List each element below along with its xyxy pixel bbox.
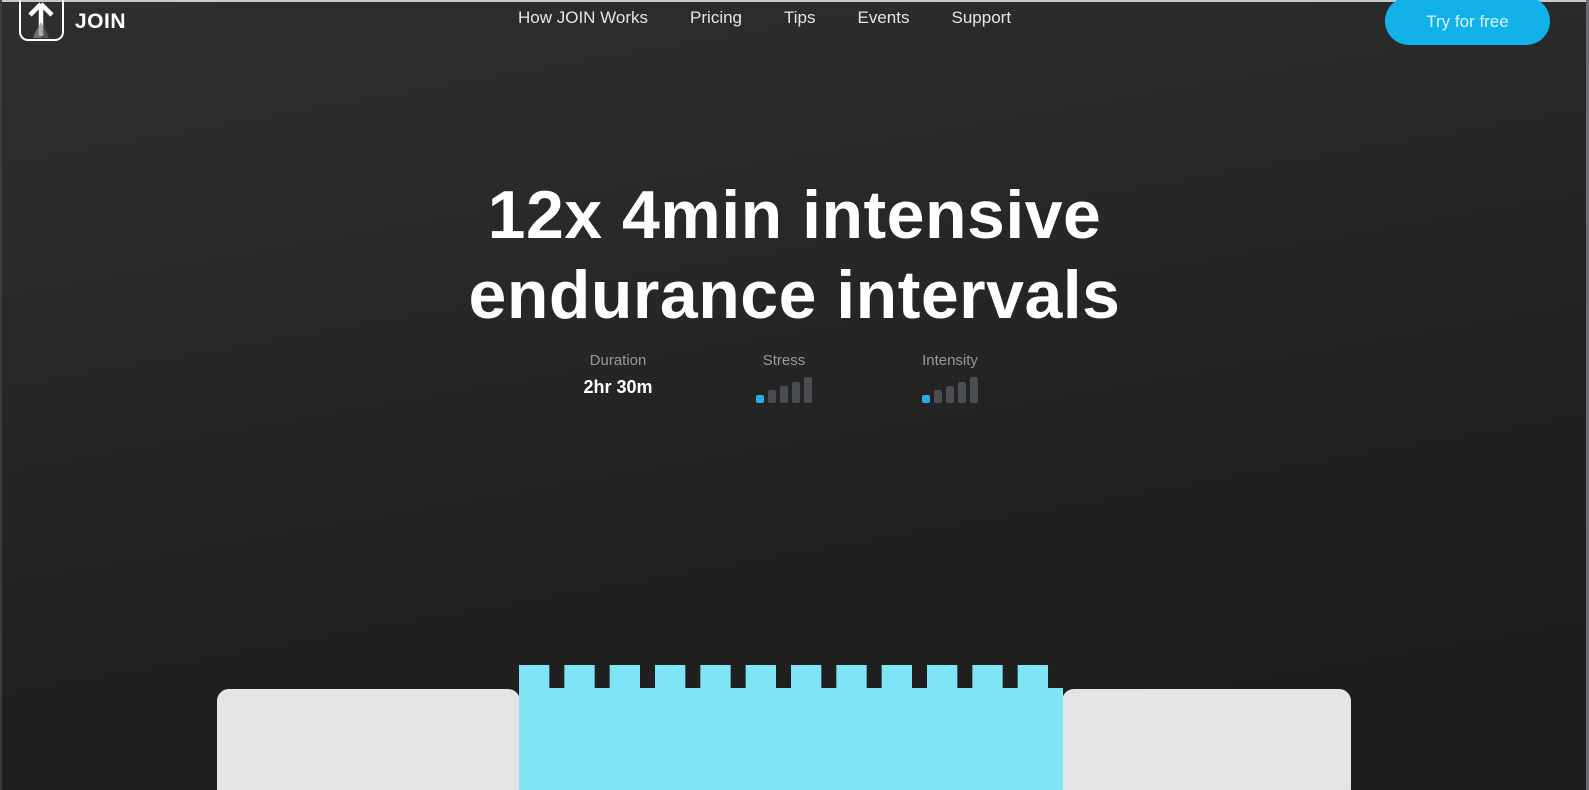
intensity-level-bar <box>958 382 966 403</box>
main-nav: How JOIN Works Pricing Tips Events Suppo… <box>518 8 1011 28</box>
stat-intensity: Intensity <box>910 352 990 403</box>
interval-block <box>655 665 686 689</box>
stress-label: Stress <box>762 352 806 369</box>
logo-link[interactable]: JOIN <box>19 0 126 41</box>
interval-block <box>881 665 912 689</box>
try-for-free-button[interactable]: Try for free <box>1385 0 1550 45</box>
nav-pricing[interactable]: Pricing <box>690 8 742 28</box>
nav-tips[interactable]: Tips <box>784 8 816 28</box>
workout-title: 12x 4min intensive endurance intervals <box>0 175 1589 335</box>
interval-block <box>564 665 595 689</box>
stress-level-bar <box>792 382 800 403</box>
logo-text: JOIN <box>75 9 127 33</box>
join-logo-icon <box>19 0 64 41</box>
site-header: JOIN How JOIN Works Pricing Tips Events … <box>0 0 1589 46</box>
window-left-edge <box>0 0 2 790</box>
endurance-base-segment <box>519 688 1063 790</box>
interval-block <box>791 665 822 689</box>
duration-label: Duration <box>589 352 647 369</box>
nav-events[interactable]: Events <box>858 8 910 28</box>
interval-block <box>836 665 867 689</box>
nav-how-join-works[interactable]: How JOIN Works <box>518 8 648 28</box>
intensity-level-bars <box>910 377 990 403</box>
warmup-panel <box>217 689 520 790</box>
stress-level-bar <box>780 386 788 403</box>
intensity-level-bar <box>922 395 930 403</box>
stat-duration: Duration 2hr 30m <box>568 352 668 398</box>
title-line-2: endurance intervals <box>468 257 1121 333</box>
interval-block <box>1017 665 1048 689</box>
intensity-label: Intensity <box>922 352 978 369</box>
interval-block <box>972 665 1003 689</box>
interval-block <box>745 665 776 689</box>
interval-block <box>700 665 731 689</box>
interval-block <box>609 665 640 689</box>
stress-level-bars <box>744 377 824 403</box>
intensity-level-bar <box>934 390 942 403</box>
stress-level-bar <box>768 390 776 403</box>
stress-level-bar <box>804 377 812 403</box>
interval-block <box>519 665 550 689</box>
cooldown-panel <box>1062 689 1351 790</box>
stat-stress: Stress <box>744 352 824 403</box>
stress-level-bar <box>756 395 764 403</box>
intensity-level-bar <box>946 386 954 403</box>
nav-support[interactable]: Support <box>952 8 1012 28</box>
intensity-level-bar <box>970 377 978 403</box>
title-line-1: 12x 4min intensive <box>487 177 1102 253</box>
interval-block <box>927 665 958 689</box>
duration-value: 2hr 30m <box>583 377 653 397</box>
